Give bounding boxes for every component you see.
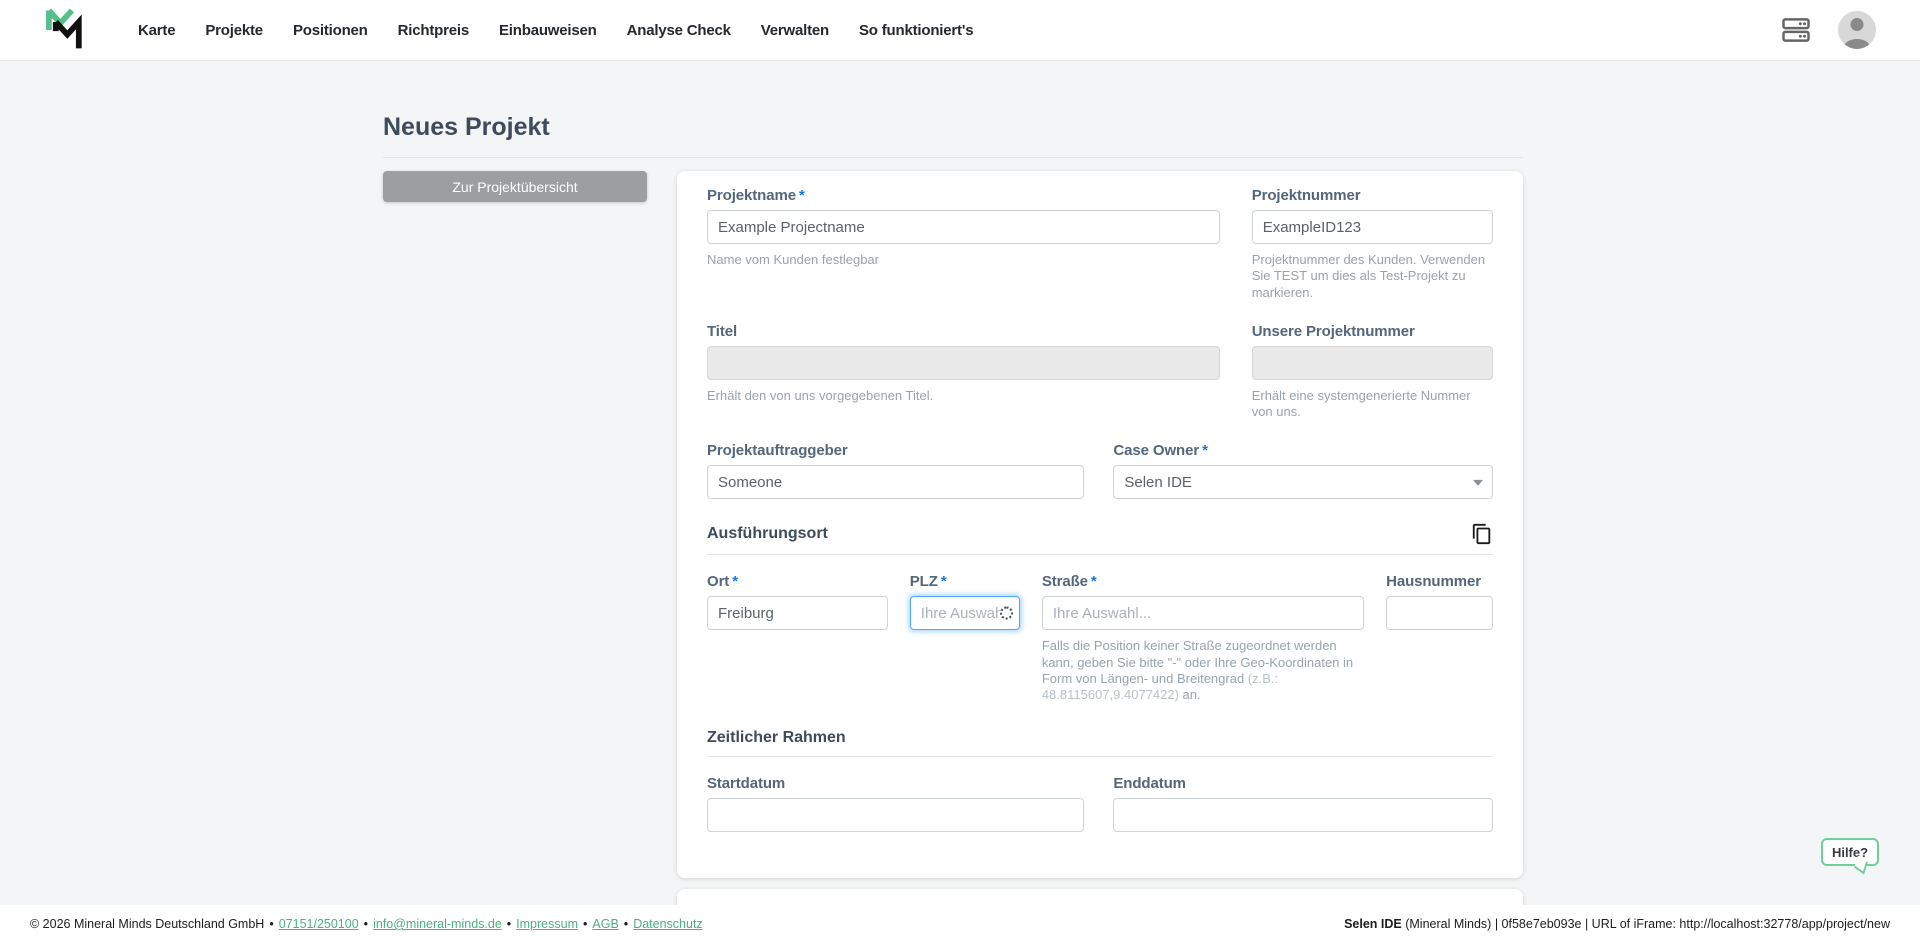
required-asterisk: * bbox=[798, 187, 805, 204]
ort-label: Ort * bbox=[707, 573, 738, 591]
footer-link-datenschutz[interactable]: Datenschutz bbox=[633, 917, 702, 931]
navbar-right bbox=[1780, 11, 1876, 49]
enddatum-input[interactable] bbox=[1113, 798, 1493, 833]
hausnummer-input[interactable] bbox=[1386, 596, 1493, 631]
zur-projektuebersicht-button[interactable]: Zur Projektübersicht bbox=[383, 171, 647, 202]
footer-user-name: Selen IDE bbox=[1344, 917, 1402, 931]
avatar-body-icon bbox=[1844, 39, 1870, 49]
copy-address-button[interactable] bbox=[1471, 523, 1493, 545]
projektnummer-input[interactable] bbox=[1251, 210, 1493, 244]
section-ausfuehrungsort-header: Ausführungsort bbox=[707, 523, 1493, 545]
title-divider bbox=[383, 157, 1523, 158]
section-zeitlicher-rahmen-header: Zeitlicher Rahmen bbox=[707, 729, 1493, 747]
form-row-name-nummer: Projektname* Name vom Kunden festlegbar … bbox=[707, 187, 1493, 301]
ort-input[interactable] bbox=[707, 596, 888, 631]
nav-menu: Karte Projekte Positionen Richtpreis Ein… bbox=[138, 22, 974, 39]
unsere-projektnummer-label: Unsere Projektnummer bbox=[1251, 322, 1415, 340]
plz-input[interactable] bbox=[909, 596, 1020, 631]
titel-help: Erhält den von uns vorgegebenen Titel. bbox=[707, 387, 934, 403]
case-owner-select[interactable]: Selen IDE bbox=[1113, 465, 1493, 500]
user-avatar[interactable] bbox=[1838, 11, 1876, 49]
page-footer: © 2026 Mineral Minds Deutschland GmbH • … bbox=[0, 905, 1920, 943]
form-row-titel-nummer: Titel Erhält den von uns vorgegebenen Ti… bbox=[707, 323, 1493, 421]
footer-left: © 2026 Mineral Minds Deutschland GmbH • … bbox=[30, 917, 703, 931]
projektname-input[interactable] bbox=[707, 210, 1221, 244]
mineral-minds-logo-icon[interactable] bbox=[44, 7, 86, 53]
unsere-projektnummer-input bbox=[1251, 345, 1493, 380]
section-zeitlicher-rahmen-title: Zeitlicher Rahmen bbox=[707, 729, 846, 747]
section-ausfuehrungsort-title: Ausführungsort bbox=[707, 525, 828, 543]
form-row-datum: Startdatum Enddatum bbox=[707, 775, 1493, 833]
enddatum-label: Enddatum bbox=[1113, 775, 1186, 793]
projektnummer-help: Projektnummer des Kunden. Verwenden Sie … bbox=[1251, 252, 1486, 300]
footer-link-email[interactable]: info@mineral-minds.de bbox=[373, 917, 502, 931]
case-owner-label: Case Owner * bbox=[1113, 442, 1208, 460]
footer-link-agb[interactable]: AGB bbox=[592, 917, 618, 931]
nav-item-positionen[interactable]: Positionen bbox=[293, 22, 368, 39]
copyright-text: © 2026 Mineral Minds Deutschland GmbH bbox=[30, 917, 265, 931]
section-divider bbox=[707, 554, 1493, 556]
chevron-down-icon bbox=[1473, 480, 1483, 487]
required-asterisk: * bbox=[1090, 573, 1097, 591]
strasse-label: Straße * bbox=[1041, 573, 1097, 591]
unsere-projektnummer-help: Erhält eine systemgenerierte Nummer von … bbox=[1251, 387, 1471, 419]
projektname-label: Projektname * bbox=[707, 187, 805, 204]
required-asterisk: * bbox=[732, 573, 738, 591]
nav-item-projekte[interactable]: Projekte bbox=[205, 22, 263, 39]
nav-item-analyse-check[interactable]: Analyse Check bbox=[627, 22, 731, 39]
form-row-adresse: Ort* PLZ* Straße* Falls die Position kei… bbox=[707, 573, 1493, 703]
nav-item-karte[interactable]: Karte bbox=[138, 22, 176, 39]
strasse-input[interactable] bbox=[1041, 596, 1365, 631]
nav-item-so-funktionierts[interactable]: So funktioniert's bbox=[859, 22, 974, 39]
footer-session-details: (Mineral Minds) | 0f58e7eb093e | URL of … bbox=[1401, 917, 1890, 931]
footer-link-phone[interactable]: 07151/250100 bbox=[279, 917, 359, 931]
avatar-head-icon bbox=[1850, 18, 1864, 31]
required-asterisk: * bbox=[1202, 442, 1208, 460]
startdatum-input[interactable] bbox=[707, 798, 1085, 833]
footer-session-info: Selen IDE (Mineral Minds) | 0f58e7eb093e… bbox=[1344, 917, 1890, 931]
top-navbar: Karte Projekte Positionen Richtpreis Ein… bbox=[0, 0, 1920, 61]
strasse-help: Falls die Position keiner Straße zugeord… bbox=[1041, 638, 1354, 702]
case-owner-selected-value: Selen IDE bbox=[1124, 473, 1192, 491]
projektauftraggeber-input[interactable] bbox=[707, 465, 1085, 500]
projektnummer-label: Projektnummer bbox=[1251, 187, 1361, 204]
copy-icon bbox=[1472, 524, 1491, 545]
projektname-help: Name vom Kunden festlegbar bbox=[707, 252, 879, 267]
plz-label: PLZ * bbox=[909, 573, 947, 591]
server-icon[interactable] bbox=[1780, 15, 1812, 45]
section-divider bbox=[707, 756, 1493, 758]
project-form-card: Projektname* Name vom Kunden festlegbar … bbox=[677, 171, 1523, 879]
hilfe-button[interactable]: Hilfe? bbox=[1821, 838, 1879, 866]
startdatum-label: Startdatum bbox=[707, 775, 786, 793]
footer-link-impressum[interactable]: Impressum bbox=[516, 917, 578, 931]
titel-label: Titel bbox=[707, 322, 738, 340]
form-row-auftraggeber-owner: Projektauftraggeber Case Owner* Selen ID… bbox=[707, 442, 1493, 500]
nav-item-verwalten[interactable]: Verwalten bbox=[761, 22, 829, 39]
projektauftraggeber-label: Projektauftraggeber bbox=[707, 442, 848, 460]
hausnummer-label: Hausnummer bbox=[1386, 573, 1481, 591]
nav-item-richtpreis[interactable]: Richtpreis bbox=[398, 22, 470, 39]
nav-item-einbauweisen[interactable]: Einbauweisen bbox=[499, 22, 597, 39]
titel-input bbox=[707, 345, 1221, 380]
main-content: Neues Projekt Zur Projektübersicht Proje… bbox=[0, 61, 1920, 943]
required-asterisk: * bbox=[940, 573, 947, 591]
page-title: Neues Projekt bbox=[383, 113, 550, 141]
